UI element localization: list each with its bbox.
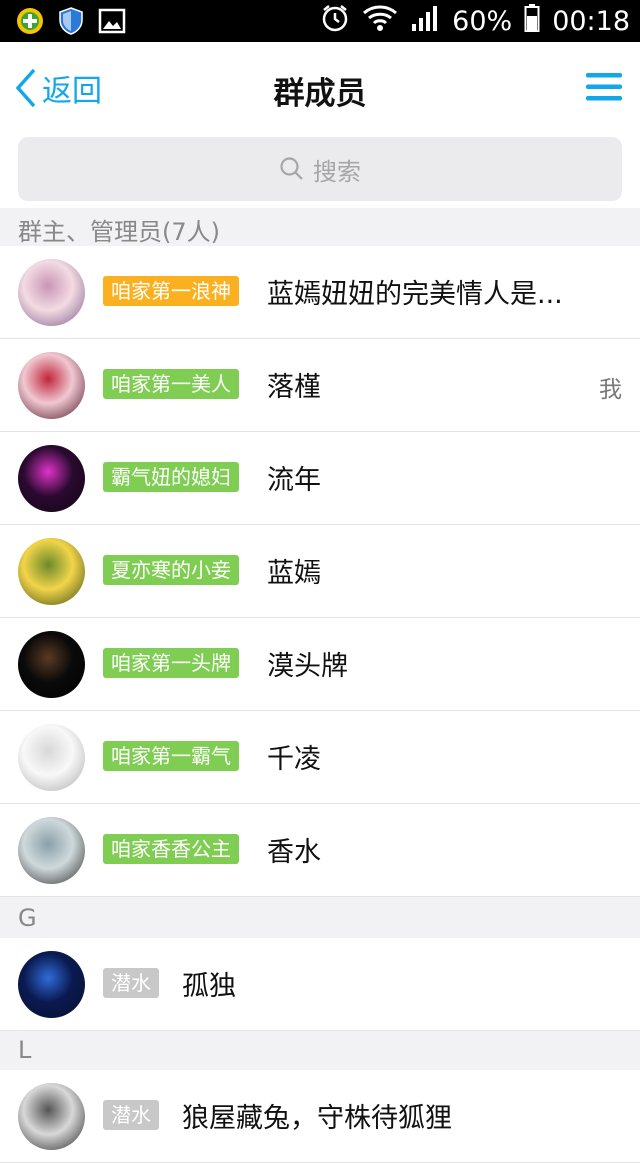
menu-button[interactable] — [586, 72, 622, 106]
section-header-label: G — [18, 904, 37, 932]
member-title-badge: 咱家第一头牌 — [103, 648, 239, 678]
member-name: 蓝嫣妞妞的完美情人是... — [267, 279, 563, 310]
member-name: 蓝嫣 — [267, 558, 321, 589]
battery-percent: 60% — [452, 5, 513, 37]
g-member-list: 潜水 孤独 — [0, 938, 640, 1031]
hamburger-menu-icon — [586, 73, 622, 101]
image-icon — [98, 7, 126, 39]
app-notification-icon — [16, 7, 44, 39]
section-header-l: L — [0, 1032, 640, 1070]
section-header-label: L — [18, 1036, 32, 1064]
search-bar: 搜索 — [0, 132, 640, 208]
alarm-icon — [320, 3, 350, 40]
page-title: 群成员 — [273, 76, 367, 112]
search-input[interactable]: 搜索 — [18, 137, 622, 201]
member-name: 落槿 — [267, 372, 321, 403]
member-name: 香水 — [267, 837, 321, 868]
admin-member-list: 咱家第一浪神 蓝嫣妞妞的完美情人是... 咱家第一美人 落槿我霸气妞的媳妇 流年 夏亦寒的… — [0, 246, 640, 897]
member-row[interactable]: 咱家香香公主 香水 — [0, 804, 640, 897]
member-row[interactable]: 霸气妞的媳妇 流年 — [0, 432, 640, 525]
member-title-badge: 霸气妞的媳妇 — [103, 462, 239, 492]
member-row[interactable]: 咱家第一美人 落槿 我 — [0, 339, 640, 432]
status-bar: 60% 00:18 — [0, 0, 640, 42]
nav-bar: 返回 群成员 — [0, 42, 640, 132]
member-row[interactable]: 咱家第一浪神 蓝嫣妞妞的完美情人是... — [0, 246, 640, 339]
member-title-badge: 潜水 — [103, 968, 159, 998]
member-row[interactable]: 潜水 狼屋藏兔，守株待狐狸 — [0, 1070, 640, 1163]
section-header-label: 群主、管理员(7人) — [18, 218, 220, 246]
battery-icon — [524, 3, 540, 40]
member-title-badge: 咱家第一霸气 — [103, 741, 239, 771]
avatar — [18, 631, 85, 698]
avatar — [18, 1083, 85, 1150]
avatar — [18, 817, 85, 884]
search-icon — [280, 157, 303, 180]
member-row[interactable]: 咱家第一霸气 千凌 — [0, 711, 640, 804]
avatar — [18, 445, 85, 512]
member-row[interactable]: 夏亦寒的小妾 蓝嫣 — [0, 525, 640, 618]
wifi-icon — [362, 4, 398, 39]
section-header-g: G — [0, 900, 640, 938]
signal-icon — [410, 4, 440, 39]
section-header-admins: 群主、管理员(7人) — [0, 208, 640, 246]
avatar — [18, 538, 85, 605]
avatar — [18, 259, 85, 326]
member-title-badge: 咱家第一浪神 — [103, 276, 239, 306]
clock-time: 00:18 — [552, 5, 630, 37]
member-name: 漠头牌 — [267, 651, 348, 682]
member-name: 流年 — [267, 465, 321, 496]
l-member-list: 潜水 狼屋藏兔，守株待狐狸 — [0, 1070, 640, 1163]
member-row[interactable]: 咱家第一头牌 漠头牌 — [0, 618, 640, 711]
member-name: 孤独 — [182, 971, 236, 1002]
member-row[interactable]: 潜水 孤独 — [0, 938, 640, 1031]
avatar — [18, 352, 85, 419]
member-title-badge: 夏亦寒的小妾 — [103, 555, 239, 585]
avatar — [18, 724, 85, 791]
member-name: 千凌 — [267, 744, 321, 775]
member-title-badge: 咱家香香公主 — [103, 834, 239, 864]
search-placeholder: 搜索 — [313, 157, 361, 186]
avatar — [18, 951, 85, 1018]
member-title-badge: 咱家第一美人 — [103, 369, 239, 399]
member-title-badge: 潜水 — [103, 1100, 159, 1130]
self-tag: 我 — [599, 377, 622, 403]
shield-icon — [58, 7, 84, 39]
member-name: 狼屋藏兔，守株待狐狸 — [182, 1103, 452, 1134]
